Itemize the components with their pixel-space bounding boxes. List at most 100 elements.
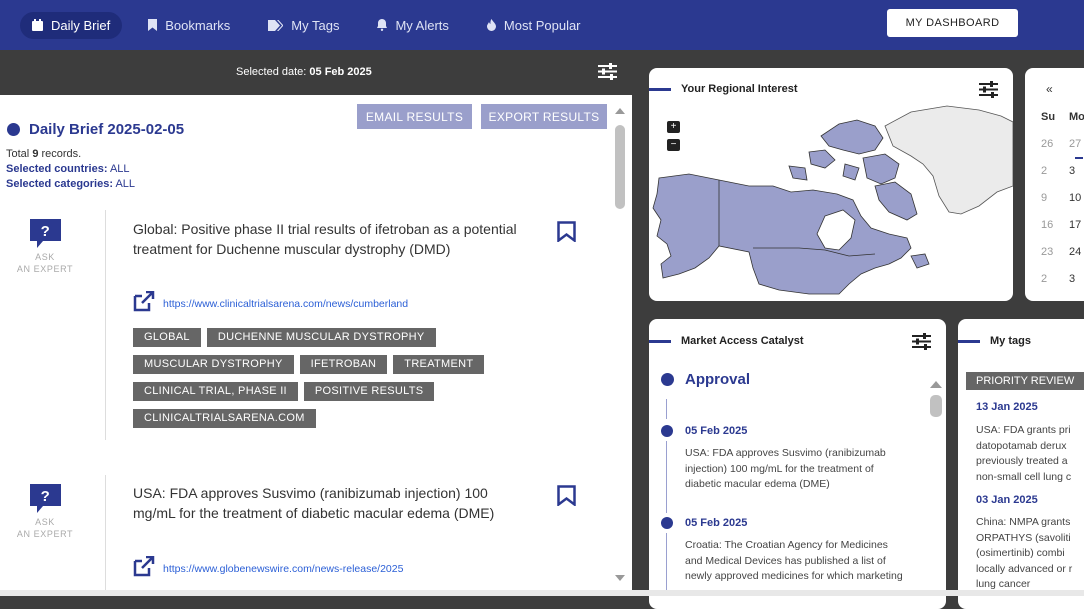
scrollbar-thumb[interactable] — [615, 125, 625, 209]
entry-text[interactable]: Croatia: The Croatian Agency for Medicin… — [685, 538, 907, 585]
tag[interactable]: CLINICAL TRIAL, PHASE II — [133, 382, 298, 401]
bottom-edge — [0, 590, 1084, 596]
svg-text:?: ? — [40, 488, 50, 505]
selected-week-marker — [1075, 157, 1083, 159]
fire-icon — [486, 19, 496, 31]
article-link[interactable]: https://www.globenewswire.com/news-relea… — [163, 563, 421, 575]
nav-most-popular[interactable]: Most Popular — [475, 12, 593, 39]
calendar-day[interactable]: 26 — [1041, 138, 1069, 150]
timeline-dot — [661, 517, 673, 529]
filter-sliders-icon[interactable] — [912, 333, 931, 355]
calendar-day[interactable]: 3 — [1069, 165, 1084, 177]
my-dashboard-button[interactable]: MY DASHBOARD — [887, 9, 1018, 37]
calendar-header: Su Mo — [1041, 111, 1084, 123]
calendar-day[interactable]: 16 — [1041, 219, 1069, 231]
calendar-day[interactable]: 2 — [1041, 273, 1069, 285]
bookmark-icon[interactable] — [557, 221, 576, 247]
calendar-day[interactable]: 3 — [1069, 273, 1084, 285]
selected-date: Selected date: 05 Feb 2025 — [236, 66, 372, 78]
calendar-day[interactable]: 27 — [1069, 138, 1084, 150]
scroll-up-arrow-icon[interactable] — [930, 375, 942, 393]
timeline-line — [666, 533, 667, 593]
date-bar: Selected date: 05 Feb 2025 — [0, 50, 632, 95]
nav-label: Most Popular — [503, 17, 581, 33]
svg-text:?: ? — [40, 223, 50, 240]
daily-brief-panel: EMAIL RESULTS EXPORT RESULTS Daily Brief… — [0, 95, 632, 596]
tag[interactable]: PRIORITY REVIEW — [966, 372, 1084, 390]
tag[interactable]: POSITIVE RESULTS — [303, 382, 435, 401]
total-count: 9 — [32, 148, 39, 160]
nav-daily-brief[interactable]: Daily Brief — [20, 11, 123, 39]
top-nav: Daily Brief Bookmarks My Tags My Alerts … — [0, 0, 1084, 50]
nav-my-tags[interactable]: My Tags — [256, 12, 351, 39]
selected-categories: Selected categories: ALL — [6, 178, 135, 190]
calendar-day[interactable]: 10 — [1069, 192, 1084, 204]
calendar-day[interactable]: 17 — [1069, 219, 1084, 231]
ask-expert-button[interactable]: ? ASK AN EXPERT — [14, 219, 76, 275]
scrollbar-thumb[interactable] — [930, 395, 942, 417]
article-title[interactable]: Global: Positive phase II trial results … — [133, 220, 523, 259]
entry-text[interactable]: USA: FDA grants pri datopotamab derux pr… — [976, 423, 1084, 485]
countries-label: Selected countries: — [6, 163, 108, 175]
article-title[interactable]: USA: FDA approves Susvimo (ranibizumab i… — [133, 484, 523, 523]
calendar-week: 23 — [1041, 165, 1084, 177]
ask-line1: ASK — [35, 517, 55, 527]
selected-date-value: 05 Feb 2025 — [309, 66, 372, 78]
tag[interactable]: IFETROBAN — [299, 355, 388, 374]
scroll-down-arrow-icon[interactable] — [615, 575, 625, 581]
entry-text[interactable]: USA: FDA approves Susvimo (ranibizumab i… — [685, 446, 907, 493]
ask-expert-button[interactable]: ? ASK AN EXPERT — [14, 484, 76, 540]
article-divider — [105, 210, 106, 440]
market-access-card: Market Access Catalyst Approval 05 Feb 2… — [649, 319, 946, 609]
tag[interactable]: DUCHENNE MUSCULAR DYSTROPHY — [206, 328, 436, 347]
nav-label: My Tags — [291, 17, 340, 33]
tag[interactable]: TREATMENT — [393, 355, 485, 374]
bookmark-icon — [148, 19, 158, 31]
entry-date: 03 Jan 2025 — [976, 494, 1038, 506]
calendar-day[interactable]: 24 — [1069, 246, 1084, 258]
total-suffix: records. — [41, 148, 82, 160]
external-link-icon[interactable] — [133, 290, 155, 317]
calendar-day[interactable]: 2 — [1041, 165, 1069, 177]
nav-label: My Alerts — [395, 17, 449, 33]
entry-text[interactable]: China: NMPA grants ORPATHYS (savoliti (o… — [976, 515, 1084, 593]
ask-line1: ASK — [35, 252, 55, 262]
scroll-up-arrow-icon[interactable] — [615, 108, 625, 114]
export-results-button[interactable]: EXPORT RESULTS — [481, 104, 607, 129]
calendar-week: 23 — [1041, 273, 1084, 285]
email-results-button[interactable]: EMAIL RESULTS — [357, 104, 472, 129]
day-header: Su — [1041, 111, 1056, 123]
bookmark-icon[interactable] — [557, 485, 576, 511]
brief-title: Daily Brief 2025-02-05 — [29, 121, 185, 138]
external-link-icon[interactable] — [133, 555, 155, 582]
calendar-day[interactable]: 9 — [1041, 192, 1069, 204]
nav-bookmarks[interactable]: Bookmarks — [136, 12, 242, 39]
categories-label: Selected categories: — [6, 178, 113, 190]
article-link-row: https://www.clinicaltrialsarena.com/news… — [133, 290, 421, 317]
tags-icon — [268, 19, 284, 31]
article-link-row: https://www.globenewswire.com/news-relea… — [133, 555, 421, 582]
ask-line2: AN EXPERT — [16, 264, 74, 274]
article-tags: GLOBAL DUCHENNE MUSCULAR DYSTROPHY MUSCULA… — [133, 327, 493, 435]
calendar-day[interactable]: 23 — [1041, 246, 1069, 258]
brief-dot — [7, 123, 20, 136]
selected-date-label: Selected date: — [236, 66, 307, 78]
total-records: Total 9 records. — [6, 148, 81, 160]
tag[interactable]: MUSCULAR DYSTROPHY — [133, 355, 294, 374]
filter-sliders-icon[interactable] — [598, 63, 617, 85]
calendar-week: 23 24 — [1041, 246, 1084, 258]
article-link[interactable]: https://www.clinicaltrialsarena.com/news… — [163, 298, 421, 310]
brief-scrollbar[interactable] — [613, 103, 627, 583]
calendar-week: 9 10 — [1041, 192, 1084, 204]
tag[interactable]: CLINICALTRIALSARENA.COM — [133, 409, 316, 428]
nav-my-alerts[interactable]: My Alerts — [365, 12, 460, 39]
card-title: My tags — [990, 335, 1031, 347]
calendar-icon — [32, 19, 43, 31]
regional-map[interactable] — [649, 68, 1013, 301]
section-dot — [661, 373, 674, 386]
tag[interactable]: GLOBAL — [133, 328, 201, 347]
categories-value: ALL — [115, 178, 136, 190]
question-chat-icon: ? — [29, 484, 61, 513]
ask-line2: AN EXPERT — [16, 529, 74, 539]
calendar-prev-button[interactable]: « — [1046, 82, 1053, 96]
